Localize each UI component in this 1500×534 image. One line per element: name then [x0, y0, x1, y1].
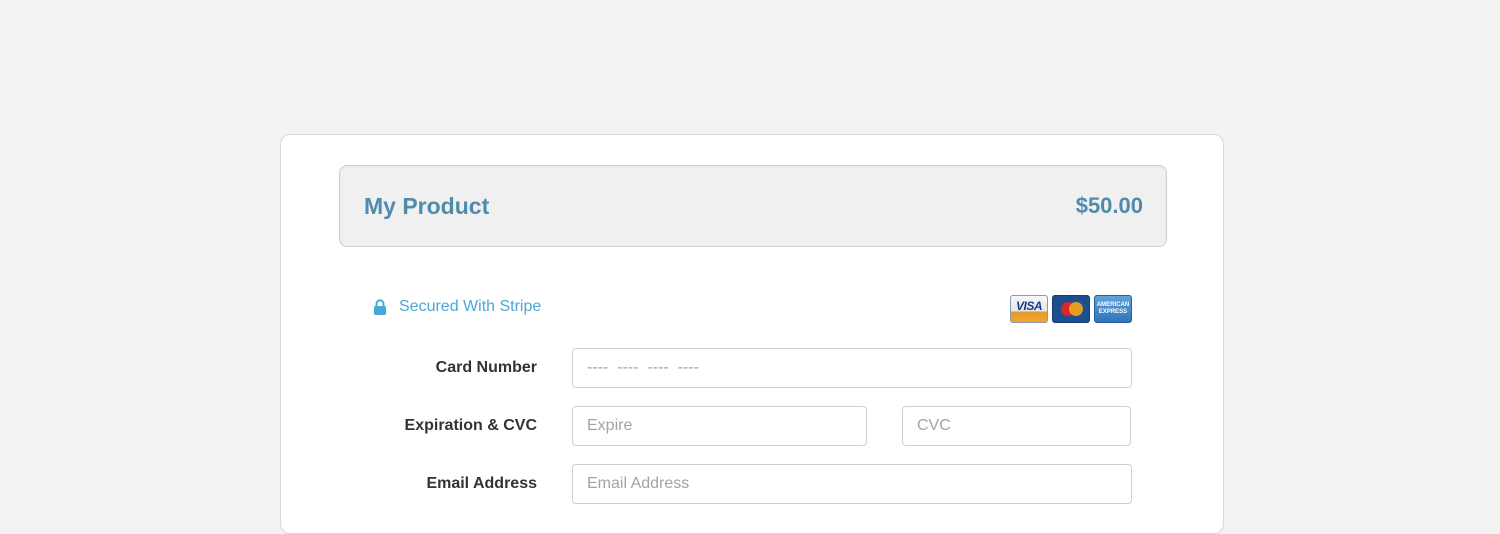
checkout-card: My Product $50.00 Secured With Stripe VI… — [280, 134, 1224, 534]
product-summary: My Product $50.00 — [339, 165, 1167, 247]
email-row: Email Address — [281, 464, 1225, 504]
product-price: $50.00 — [1075, 193, 1143, 218]
card-number-label: Card Number — [435, 359, 537, 376]
product-name: My Product — [364, 193, 490, 219]
email-input[interactable] — [572, 464, 1132, 504]
expiration-cvc-label: Expiration & CVC — [404, 417, 537, 434]
expiration-cvc-row: Expiration & CVC — [281, 406, 1225, 446]
email-label: Email Address — [426, 475, 537, 492]
amex-label: AMERICAN EXPRESS — [1096, 302, 1130, 315]
expire-input[interactable] — [572, 406, 867, 446]
lock-icon — [373, 299, 387, 315]
cvc-input[interactable] — [902, 406, 1131, 446]
secure-badge: Secured With Stripe — [373, 296, 541, 318]
visa-label: VISA — [1015, 299, 1043, 313]
amex-icon: AMERICAN EXPRESS — [1094, 295, 1132, 323]
card-number-input[interactable] — [572, 348, 1132, 388]
secure-text: Secured With Stripe — [399, 298, 542, 315]
visa-icon: VISA — [1010, 295, 1048, 323]
mastercard-icon — [1052, 295, 1090, 323]
card-number-row: Card Number — [281, 348, 1225, 388]
accepted-cards: VISA AMERICAN EXPRESS — [1010, 295, 1132, 323]
